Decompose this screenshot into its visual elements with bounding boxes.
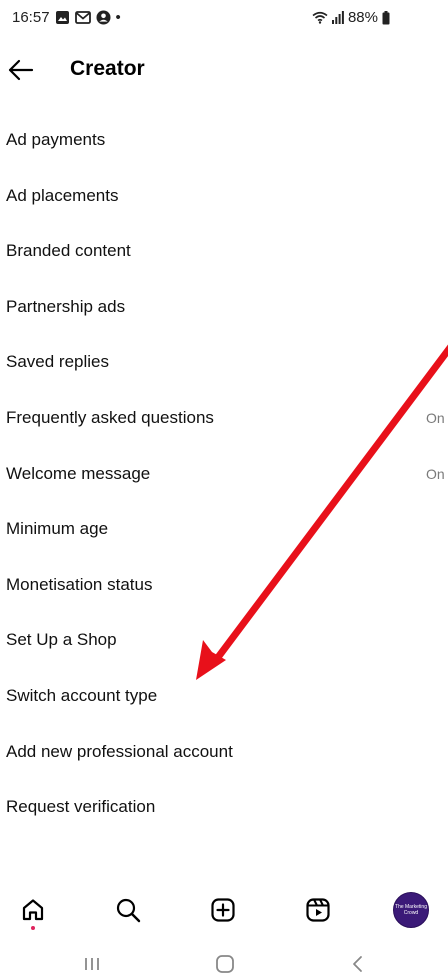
gallery-icon	[55, 10, 70, 25]
recents-icon	[85, 958, 99, 970]
back-button[interactable]	[6, 56, 36, 84]
menu-item-label: Switch account type	[6, 685, 158, 705]
reels-icon	[306, 898, 330, 922]
status-right: 88%	[312, 9, 390, 26]
arrow-left-icon	[8, 59, 34, 81]
wifi-icon	[312, 11, 328, 24]
battery-percent: 88%	[347, 9, 378, 26]
search-icon	[116, 898, 141, 923]
gmail-icon	[74, 11, 91, 24]
menu-item-set-up-shop[interactable]: Set Up a Shop	[0, 615, 448, 671]
system-nav	[0, 945, 448, 980]
status-dot: •	[115, 9, 121, 26]
notification-dot	[31, 926, 35, 930]
bottom-nav: The Marketing Crowd	[0, 888, 448, 938]
nav-profile[interactable]: The Marketing Crowd	[389, 888, 433, 932]
create-icon	[211, 898, 235, 922]
signal-icon	[331, 11, 344, 24]
menu-item-partnership-ads[interactable]: Partnership ads	[0, 282, 448, 338]
menu-item-label: Add new professional account	[6, 741, 233, 761]
profile-avatar: The Marketing Crowd	[393, 892, 429, 928]
menu-item-label: Ad placements	[6, 185, 119, 205]
settings-menu: Ad payments Ad placements Branded conten…	[0, 115, 448, 838]
menu-item-minimum-age[interactable]: Minimum age	[0, 504, 448, 560]
menu-item-label: Welcome message	[6, 463, 151, 483]
home-icon	[22, 899, 44, 921]
menu-item-ad-placements[interactable]: Ad placements	[0, 171, 448, 227]
menu-item-add-professional-account[interactable]: Add new professional account	[0, 727, 448, 783]
recents-button[interactable]	[77, 953, 107, 975]
menu-item-label: Request verification	[6, 797, 156, 817]
status-left: 16:57 •	[12, 9, 121, 26]
menu-item-label: Partnership ads	[6, 296, 126, 316]
nav-search[interactable]	[106, 888, 150, 932]
menu-item-label: Set Up a Shop	[6, 630, 117, 650]
menu-item-saved-replies[interactable]: Saved replies	[0, 337, 448, 393]
menu-item-value: On	[426, 409, 445, 426]
home-button-icon	[216, 955, 234, 973]
status-bar: 16:57 • 88%	[0, 0, 448, 36]
header: Creator	[0, 48, 448, 92]
nav-create[interactable]	[201, 888, 245, 932]
menu-item-request-verification[interactable]: Request verification	[0, 782, 448, 838]
menu-item-label: Frequently asked questions	[6, 407, 214, 427]
system-back-button[interactable]	[343, 953, 373, 975]
nav-reels[interactable]	[296, 888, 340, 932]
menu-item-label: Branded content	[6, 241, 131, 261]
menu-item-ad-payments[interactable]: Ad payments	[0, 115, 448, 171]
menu-item-faq[interactable]: Frequently asked questions On	[0, 393, 448, 449]
menu-item-label: Saved replies	[6, 352, 110, 372]
menu-item-switch-account-type[interactable]: Switch account type	[0, 671, 448, 727]
menu-item-label: Minimum age	[6, 519, 109, 539]
menu-item-welcome-message[interactable]: Welcome message On	[0, 449, 448, 505]
menu-item-value: On	[426, 465, 445, 482]
back-icon	[353, 956, 362, 972]
avatar-text: The Marketing Crowd	[395, 904, 427, 916]
account-icon	[96, 10, 111, 25]
menu-item-monetisation-status[interactable]: Monetisation status	[0, 560, 448, 616]
home-button[interactable]	[210, 953, 240, 975]
nav-home[interactable]	[11, 888, 55, 932]
menu-item-label: Ad payments	[6, 130, 106, 149]
battery-icon	[382, 10, 390, 25]
menu-item-label: Monetisation status	[6, 574, 153, 594]
status-time: 16:57	[12, 9, 50, 26]
menu-item-branded-content[interactable]: Branded content	[0, 226, 448, 282]
page-title: Creator	[70, 57, 145, 80]
